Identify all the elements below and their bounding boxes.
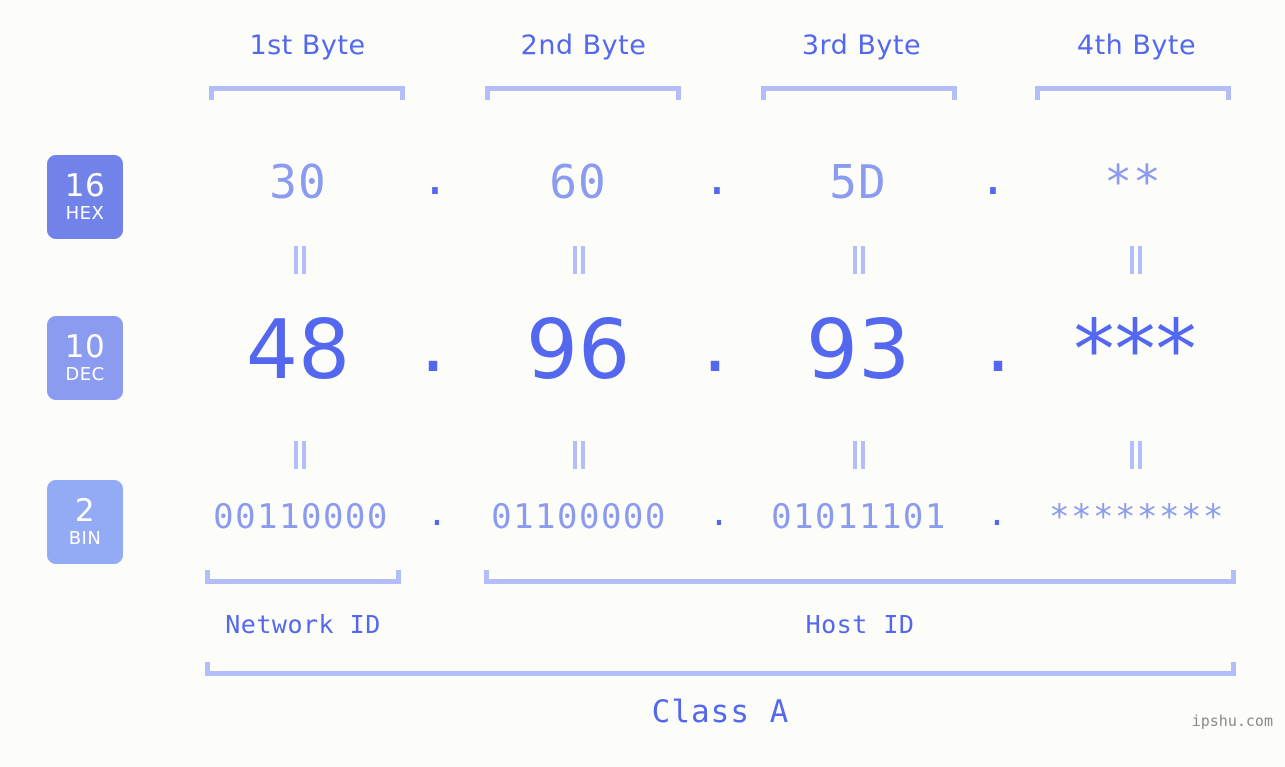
- byte-bracket-top-4: [1035, 86, 1231, 100]
- dec-separator-1: .: [419, 296, 447, 391]
- base-badge-bin: 2 BIN: [47, 480, 123, 564]
- bin-byte-4: ********: [1049, 497, 1225, 537]
- byte-header-4: 4th Byte: [1076, 30, 1197, 61]
- hex-byte-3: 5D: [829, 155, 887, 209]
- hex-byte-2: 60: [549, 155, 607, 209]
- byte-header-3: 3rd Byte: [801, 30, 922, 61]
- hex-byte-1: 30: [269, 155, 327, 209]
- equals-mark-hex-dec-3: [851, 246, 867, 274]
- byte-bracket-top-2: [485, 86, 681, 100]
- dec-separator-2: .: [701, 296, 729, 391]
- network-id-bracket: [205, 570, 401, 584]
- base-badge-dec-number: 10: [64, 329, 106, 365]
- base-badge-bin-name: BIN: [68, 528, 102, 549]
- dec-byte-1: 48: [245, 303, 351, 398]
- bin-byte-1: 00110000: [213, 497, 389, 537]
- dec-byte-3: 93: [805, 303, 911, 398]
- host-id-label: Host ID: [805, 610, 915, 639]
- equals-mark-hex-dec-4: [1128, 246, 1144, 274]
- dec-separator-3: .: [984, 296, 1012, 391]
- bin-separator-3: .: [986, 494, 1008, 534]
- base-badge-hex-number: 16: [64, 168, 106, 204]
- byte-bracket-top-3: [761, 86, 957, 100]
- host-id-bracket: [484, 570, 1236, 584]
- equals-mark-dec-bin-4: [1128, 441, 1144, 469]
- site-watermark: ipshu.com: [1191, 712, 1273, 730]
- class-bracket: [205, 662, 1236, 676]
- base-badge-bin-number: 2: [74, 493, 96, 529]
- base-badge-hex-name: HEX: [65, 203, 105, 224]
- hex-byte-4: **: [1104, 155, 1162, 209]
- hex-separator-3: .: [979, 151, 1007, 205]
- dec-byte-4: ***: [1073, 303, 1197, 398]
- class-label: Class A: [651, 694, 790, 730]
- byte-header-2: 2nd Byte: [520, 30, 647, 61]
- base-badge-hex: 16 HEX: [47, 155, 123, 239]
- bin-separator-2: .: [708, 494, 730, 534]
- ip-address-breakdown-diagram: 1st Byte 2nd Byte 3rd Byte 4th Byte 16 H…: [0, 0, 1285, 767]
- equals-mark-hex-dec-2: [571, 246, 587, 274]
- bin-separator-1: .: [426, 494, 448, 534]
- base-badge-dec-name: DEC: [65, 364, 105, 385]
- equals-mark-dec-bin-3: [851, 441, 867, 469]
- equals-mark-hex-dec-1: [292, 246, 308, 274]
- dec-byte-2: 96: [525, 303, 631, 398]
- network-id-label: Network ID: [225, 610, 381, 639]
- equals-mark-dec-bin-2: [571, 441, 587, 469]
- bin-byte-2: 01100000: [491, 497, 667, 537]
- hex-separator-2: .: [703, 151, 731, 205]
- base-badge-dec: 10 DEC: [47, 316, 123, 400]
- equals-mark-dec-bin-1: [292, 441, 308, 469]
- byte-header-1: 1st Byte: [249, 30, 366, 61]
- byte-bracket-top-1: [209, 86, 405, 100]
- hex-separator-1: .: [421, 151, 449, 205]
- bin-byte-3: 01011101: [771, 497, 947, 537]
